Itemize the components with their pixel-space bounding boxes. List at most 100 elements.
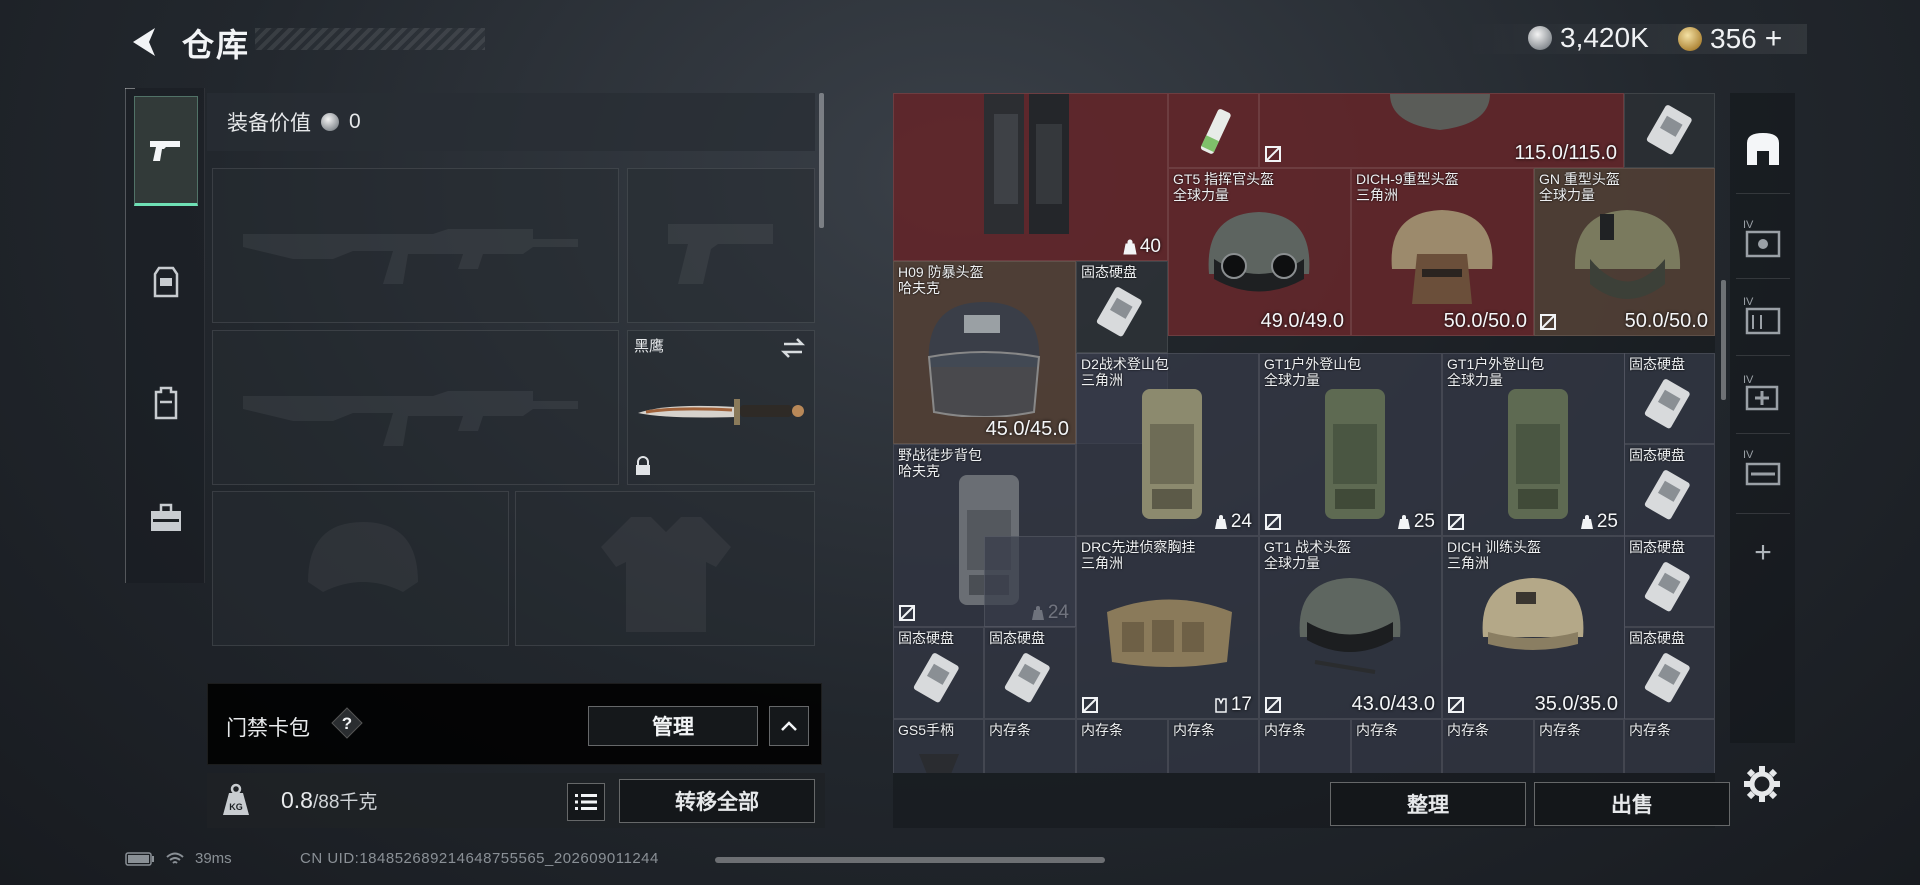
inventory-item[interactable]: 固态硬盘 <box>1076 261 1168 353</box>
pistol-silhouette-icon <box>668 224 773 284</box>
chevron-up-icon <box>781 721 797 731</box>
no-insurance-icon <box>1265 146 1281 162</box>
secondary-weapon-slot[interactable] <box>212 330 619 485</box>
item-name: 内存条 <box>1539 722 1581 738</box>
empty-cell <box>984 536 1076 627</box>
inventory-item[interactable]: 内存条 <box>1351 719 1442 773</box>
svg-text:IV: IV <box>1743 219 1754 231</box>
status-bar: 39ms <box>125 850 232 867</box>
swap-icon[interactable] <box>780 337 806 359</box>
helmet-icon <box>1390 94 1490 130</box>
inventory-item[interactable]: 115.0/115.0 <box>1259 93 1624 168</box>
item-faction: 全球力量 <box>1173 187 1229 203</box>
inventory-item[interactable]: 固态硬盘 <box>1624 536 1715 627</box>
inventory-item[interactable] <box>1624 93 1715 168</box>
inventory-item[interactable]: 内存条 <box>1168 719 1259 773</box>
gear-icon[interactable] <box>1740 762 1784 806</box>
storage-scrollbar[interactable] <box>1721 280 1726 400</box>
weight-bar: KG 0.8/88千克 转移全部 <box>207 773 825 828</box>
durability: 49.0/49.0 <box>1260 310 1344 332</box>
inventory-item[interactable]: D2战术登山包 三角洲 24 <box>1076 353 1259 536</box>
item-name: 野战徒步背包 <box>898 447 982 463</box>
durability: 43.0/43.0 <box>1351 693 1435 715</box>
header: 仓库 3,420K 356 + <box>0 0 1920 80</box>
inventory-item[interactable]: GT1户外登山包 全球力量 25 <box>1442 353 1625 536</box>
storage-weapon-case-icon: IV <box>1743 449 1781 486</box>
side-tab-bar <box>125 88 205 583</box>
pistol-slot[interactable] <box>627 168 815 323</box>
pistol-icon <box>150 141 180 161</box>
storage-page-3[interactable]: IV <box>1738 285 1788 345</box>
armor-slot[interactable] <box>515 491 815 646</box>
inventory-item[interactable]: GT1 战术头盔 全球力量 43.0/43.0 <box>1259 536 1442 719</box>
warehouse-icon <box>1747 133 1779 165</box>
inventory-item[interactable]: 固态硬盘 <box>984 627 1076 719</box>
item-name: GT1户外登山包 <box>1264 356 1362 372</box>
equipment-value: 装备价值 0 <box>207 93 815 151</box>
inventory-item[interactable]: 内存条 <box>1076 719 1168 773</box>
inventory-item[interactable]: 内存条 <box>1534 719 1624 773</box>
sort-button[interactable]: 整理 <box>1330 782 1526 826</box>
manage-button[interactable]: 管理 <box>588 706 758 746</box>
helmet-silhouette-icon <box>308 522 418 592</box>
inventory-item[interactable]: 固态硬盘 <box>1624 353 1715 444</box>
loadout-scrollbar[interactable] <box>819 93 824 228</box>
inventory-item[interactable]: 固态硬盘 <box>1624 444 1715 536</box>
storage-page-2[interactable]: IV <box>1738 208 1788 268</box>
inventory-item[interactable]: GN 重型头盔 全球力量 50.0/50.0 <box>1534 168 1715 336</box>
inventory-item[interactable]: DICH-9重型头盔 三角洲 50.0/50.0 <box>1351 168 1534 336</box>
storage-page-5[interactable]: IV <box>1738 438 1788 498</box>
item-name: 内存条 <box>1447 722 1489 738</box>
item-name: DICH-9重型头盔 <box>1356 171 1459 187</box>
silver-amount: 3,420K <box>1560 22 1649 53</box>
lock-icon <box>636 456 650 475</box>
user-uid: CN UID:18485268921464875556​5_20260901​1… <box>300 850 659 867</box>
helmet-icon <box>1208 212 1310 292</box>
inventory-item[interactable]: 内存条 <box>1442 719 1534 773</box>
helmet-slot[interactable] <box>212 491 509 646</box>
tab-backpack[interactable] <box>134 348 198 458</box>
item-name: 固态硬盘 <box>1081 264 1137 280</box>
transfer-all-button[interactable]: 转移全部 <box>619 779 815 823</box>
inventory-item[interactable]: GS5手柄 <box>893 719 984 773</box>
inventory-item[interactable]: 内存条 <box>1624 719 1715 773</box>
item-name: 内存条 <box>1356 722 1398 738</box>
bag-icon <box>1123 239 1137 255</box>
item-name: GT1户外登山包 <box>1447 356 1545 372</box>
melee-slot[interactable]: 黑鹰 <box>627 330 815 485</box>
inventory-item[interactable]: DICH 训练头盔 三角洲 35.0/35.0 <box>1442 536 1625 719</box>
tab-supplies[interactable] <box>134 463 198 573</box>
list-view-button[interactable] <box>567 783 605 821</box>
item-name: D2战术登山包 <box>1081 356 1169 372</box>
inventory-item[interactable]: 内存条 <box>984 719 1076 773</box>
storage-case-icon: IV <box>1743 296 1781 335</box>
inventory-item[interactable]: GT1户外登山包 全球力量 25 <box>1259 353 1442 536</box>
item-name: DICH 训练头盔 <box>1447 539 1542 555</box>
inventory-item[interactable]: H09 防暴头盔 哈夫克 45.0/45.0 <box>893 261 1076 444</box>
add-currency-icon[interactable]: + <box>1765 22 1783 56</box>
item-faction: 全球力量 <box>1264 372 1320 388</box>
tab-armor[interactable] <box>134 228 198 338</box>
help-icon[interactable]: ? <box>330 706 364 740</box>
primary-weapon-slot[interactable] <box>212 168 619 323</box>
gold-currency[interactable]: 356 + <box>1678 22 1782 56</box>
item-name: H09 防暴头盔 <box>898 264 984 280</box>
sell-button[interactable]: 出售 <box>1534 782 1730 826</box>
collapse-button[interactable] <box>769 706 809 746</box>
inventory-item[interactable]: 固态硬盘 <box>893 627 984 719</box>
add-storage-button[interactable]: + <box>1738 523 1788 583</box>
equip-value-label: 装备价值 <box>227 112 311 135</box>
inventory-item[interactable]: GT5 指挥官头盔 全球力量 49.0/49.0 <box>1168 168 1351 336</box>
bottom-scroll-indicator <box>715 857 1105 863</box>
storage-page-4[interactable]: IV <box>1738 363 1788 423</box>
tab-weapons[interactable] <box>134 96 198 206</box>
inventory-item[interactable]: 40 <box>893 93 1168 261</box>
inventory-item[interactable]: DRC先进侦察胸挂 三角洲 17 <box>1076 536 1259 719</box>
inventory-item[interactable] <box>1168 93 1259 168</box>
inventory-item[interactable]: 内存条 <box>1259 719 1351 773</box>
silver-currency: 3,420K <box>1528 22 1649 54</box>
storage-page-main[interactable] <box>1738 118 1788 178</box>
back-arrow-icon[interactable] <box>125 22 165 62</box>
inventory-item[interactable]: 固态硬盘 <box>1624 627 1715 719</box>
no-insurance-icon <box>1082 697 1098 713</box>
